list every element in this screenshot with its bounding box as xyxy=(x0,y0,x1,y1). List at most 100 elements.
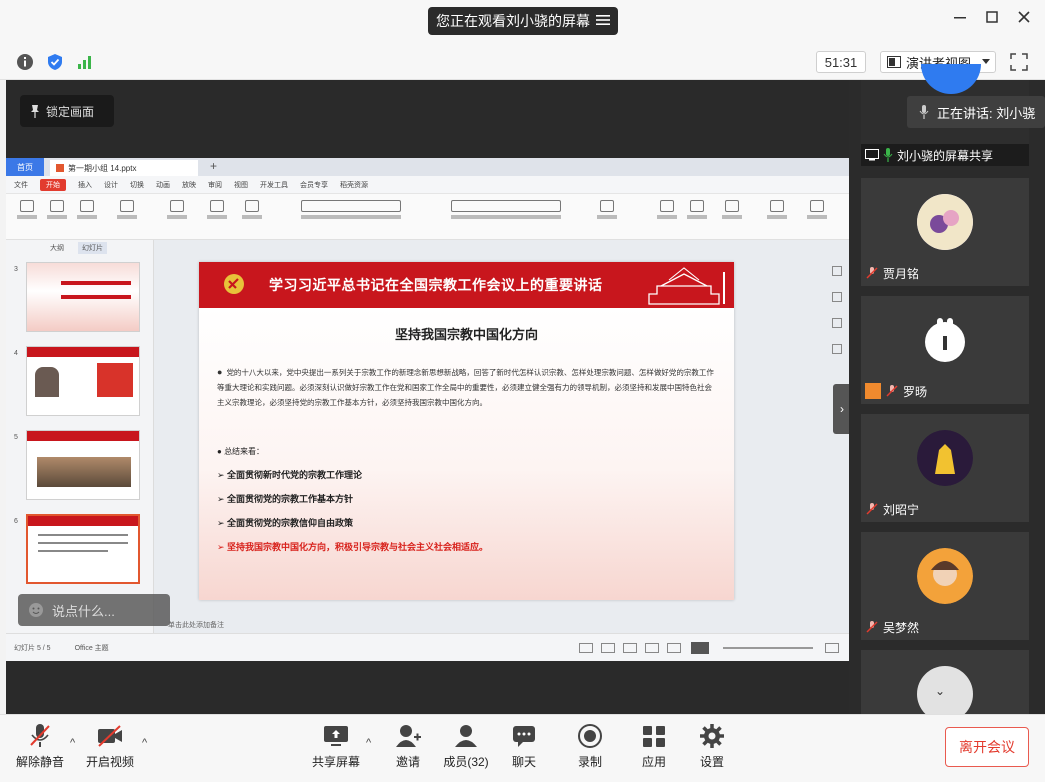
close-icon[interactable] xyxy=(1014,10,1034,29)
participant-tile[interactable]: ⌄ xyxy=(861,650,1029,722)
ribbon-arrange-button[interactable] xyxy=(686,200,708,230)
reading-view-icon[interactable] xyxy=(667,642,681,653)
ribbon-shape-button[interactable] xyxy=(656,200,678,230)
members-label: 成员(32) xyxy=(443,755,489,769)
participant-tile[interactable]: 罗旸 xyxy=(861,296,1029,404)
ribbon-find-button[interactable] xyxy=(806,200,828,230)
fit-icon[interactable] xyxy=(825,642,839,653)
ribbon-paste-button[interactable] xyxy=(16,200,38,230)
arrow-icon: ➢ xyxy=(217,518,228,528)
leave-meeting-button[interactable]: 离开会议 xyxy=(945,727,1029,767)
comment-icon[interactable] xyxy=(601,642,615,653)
share-tile-name: 刘小骁的屏幕共享 xyxy=(861,144,1029,166)
chat-prompt-button[interactable]: 说点什么... xyxy=(18,594,170,626)
slide-point-text: 全面贯彻党的宗教工作基本方针 xyxy=(227,494,354,504)
record-button[interactable]: 录制 xyxy=(562,723,618,770)
settings-button[interactable]: 设置 xyxy=(684,723,740,770)
menu-item-insert[interactable]: 插入 xyxy=(78,180,92,190)
menu-item-resources[interactable]: 稻壳资源 xyxy=(340,180,368,190)
menu-item-member[interactable]: 会员专享 xyxy=(300,180,328,190)
ribbon-fill-button[interactable] xyxy=(721,200,743,230)
arrow-icon: ➢ xyxy=(217,494,228,504)
tiananmen-icon xyxy=(648,267,725,305)
mic-muted-icon xyxy=(866,503,878,515)
new-tab-icon[interactable]: + xyxy=(210,159,217,173)
watching-banner[interactable]: 您正在观看刘小骁的屏幕 xyxy=(428,7,618,35)
chat-button[interactable]: 聊天 xyxy=(496,723,552,770)
ribbon-new-slide-button[interactable] xyxy=(166,200,188,230)
info-icon[interactable] xyxy=(16,53,34,71)
menu-item-slideshow[interactable]: 放映 xyxy=(182,180,196,190)
invite-button[interactable]: 邀请 xyxy=(380,723,436,770)
members-button[interactable]: 成员(32) xyxy=(438,723,494,770)
tab-document[interactable]: 第一期小组 14.pptx xyxy=(50,160,198,176)
ribbon-textbox-button[interactable] xyxy=(596,200,618,230)
notes-toggle-icon[interactable] xyxy=(579,642,593,653)
participant-tile[interactable]: 吴梦然 xyxy=(861,532,1029,640)
sorter-view-icon[interactable] xyxy=(645,642,659,653)
lock-view-button[interactable]: 锁定画面 xyxy=(20,95,114,127)
side-tool-icon[interactable] xyxy=(832,266,842,276)
minimize-icon[interactable] xyxy=(950,10,970,29)
ribbon-reset-button[interactable] xyxy=(241,200,263,230)
thumb-number: 6 xyxy=(14,518,18,525)
share-screen-button[interactable]: 共享屏幕 xyxy=(308,723,364,770)
menu-item-file[interactable]: 文件 xyxy=(14,180,28,190)
orange-avatar-icon xyxy=(865,383,881,399)
wps-status-bar: 幻灯片 5 / 5 Office 主题 xyxy=(6,633,849,661)
play-icon[interactable] xyxy=(691,641,709,654)
ribbon-play-button[interactable] xyxy=(116,200,138,230)
chevron-up-icon[interactable]: ^ xyxy=(142,737,147,749)
menu-item-animation[interactable]: 动画 xyxy=(156,180,170,190)
menu-icon[interactable] xyxy=(596,13,610,29)
current-slide[interactable]: 学习习近平总书记在全国宗教工作会议上的重要讲话 坚持我国宗教中国化方向 ● 党的十… xyxy=(199,262,734,600)
record-icon xyxy=(578,724,602,748)
slide-point-red: ➢ 坚持我国宗教中国化方向，积极引导宗教与社会主义社会相适应。 xyxy=(217,540,488,553)
side-tool-icon[interactable] xyxy=(832,318,842,328)
unmute-button[interactable]: 解除静音 xyxy=(12,723,68,770)
signal-icon[interactable] xyxy=(76,53,94,71)
maximize-icon[interactable] xyxy=(982,10,1002,29)
start-video-button[interactable]: 开启视频 xyxy=(82,723,138,770)
ribbon-style-button[interactable] xyxy=(766,200,788,230)
side-tool-icon[interactable] xyxy=(832,344,842,354)
unmute-label: 解除静音 xyxy=(15,755,64,769)
slide-thumbnail-5[interactable] xyxy=(26,430,140,500)
ppt-file-icon xyxy=(56,164,64,172)
ribbon-paragraph-group[interactable] xyxy=(446,200,566,230)
ribbon-cut-button[interactable] xyxy=(46,200,68,230)
side-tool-icon[interactable] xyxy=(832,292,842,302)
ribbon-font-select[interactable] xyxy=(296,200,406,230)
tab-home[interactable]: 首页 xyxy=(6,158,44,176)
menu-item-design[interactable]: 设计 xyxy=(104,180,118,190)
menu-item-start[interactable]: 开始 xyxy=(40,178,66,191)
zoom-slider[interactable] xyxy=(723,646,813,649)
apps-button[interactable]: 应用 xyxy=(626,723,682,770)
menu-item-view[interactable]: 视图 xyxy=(234,180,248,190)
screen-share-icon xyxy=(865,149,879,161)
participant-tile[interactable]: 贾月铭 xyxy=(861,178,1029,286)
tab-slides[interactable]: 幻灯片 xyxy=(78,242,107,254)
menu-item-dev[interactable]: 开发工具 xyxy=(260,180,288,190)
chevron-down-icon xyxy=(982,59,991,64)
summary-label: ● 总结来看： xyxy=(217,446,264,457)
members-icon xyxy=(455,725,477,747)
slide-thumbnail-3[interactable] xyxy=(26,262,140,332)
chevron-up-icon[interactable]: ^ xyxy=(366,737,371,749)
participant-tile[interactable]: 刘昭宁 xyxy=(861,414,1029,522)
slide-thumbnail-4[interactable] xyxy=(26,346,140,416)
normal-view-icon[interactable] xyxy=(623,642,637,653)
ribbon-layout-button[interactable] xyxy=(206,200,228,230)
menu-item-review[interactable]: 审阅 xyxy=(208,180,222,190)
tab-outline[interactable]: 大纲 xyxy=(50,243,64,253)
chevron-up-icon[interactable]: ^ xyxy=(70,737,75,749)
ribbon-format-button[interactable] xyxy=(76,200,98,230)
menu-item-transition[interactable]: 切换 xyxy=(130,180,144,190)
slide-thumbnail-6[interactable] xyxy=(26,514,140,584)
chevron-down-icon[interactable]: ⌄ xyxy=(935,684,945,698)
slide-point-3: ➢ 全面贯彻党的宗教信仰自由政策 xyxy=(217,516,353,529)
notes-hint[interactable]: 单击此处添加备注 xyxy=(168,620,224,630)
fullscreen-icon[interactable] xyxy=(1010,53,1028,71)
shield-icon[interactable] xyxy=(46,53,64,71)
gear-icon xyxy=(700,724,724,748)
